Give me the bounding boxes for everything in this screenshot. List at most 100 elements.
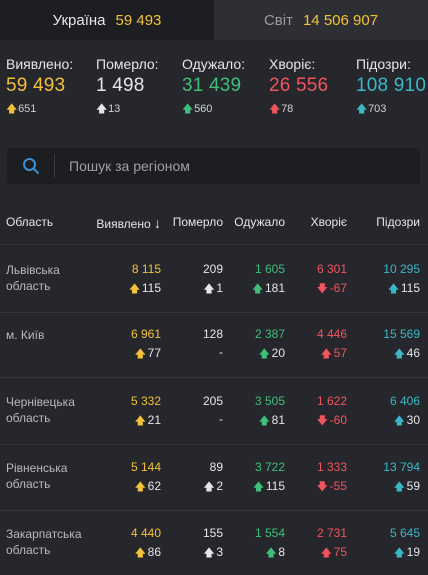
stat-suspected-value: 108 910 bbox=[356, 75, 427, 96]
sick-delta: 🡅 75 bbox=[321, 544, 347, 563]
stat-sick-delta: 78 bbox=[281, 103, 294, 115]
suspected-delta: 🡅 115 bbox=[388, 280, 420, 299]
stat-recovered-label: Одужало: bbox=[182, 56, 246, 72]
suspected-delta-value: 30 bbox=[406, 413, 420, 427]
confirmed-value: 8 115 bbox=[131, 262, 161, 276]
arrow-up-icon: 🡅 bbox=[134, 547, 146, 559]
confirmed-delta-value: 21 bbox=[147, 413, 161, 427]
recovered-value: 3 722 bbox=[254, 460, 285, 474]
tab-ukraine[interactable]: Україна 59 493 bbox=[0, 0, 214, 40]
sick-delta: 🡇 -67 bbox=[317, 280, 347, 299]
table-row[interactable]: Львівська область 8 115 🡅 115 209 🡅 1 1 605 🡅 181… bbox=[0, 262, 428, 322]
stat-confirmed-delta: 651 bbox=[18, 103, 37, 115]
confirmed-delta: 🡅 115 bbox=[129, 280, 161, 299]
stat-recovered: Одужало: 31 439 🡅 560 bbox=[182, 56, 245, 119]
header-region[interactable]: Область bbox=[6, 215, 53, 229]
confirmed-delta: 🡅 21 bbox=[135, 412, 161, 431]
recovered-delta-value: 81 bbox=[271, 413, 285, 427]
suspected-delta: 🡅 19 bbox=[394, 544, 420, 563]
divider bbox=[0, 244, 428, 245]
arrow-up-icon: 🡅 bbox=[265, 547, 277, 559]
arrow-up-icon: 🡅 bbox=[134, 415, 146, 427]
confirmed-delta: 🡅 86 bbox=[135, 544, 161, 563]
region-name: Рівненська область bbox=[6, 461, 68, 491]
deaths-delta: 🡅 2 bbox=[203, 478, 223, 497]
stat-deaths-label: Померло: bbox=[96, 56, 159, 72]
deaths-delta-value: - bbox=[219, 412, 223, 426]
stat-deaths: Померло: 1 498 🡅 13 bbox=[96, 56, 159, 119]
recovered-delta: 🡅 8 bbox=[265, 544, 285, 563]
sick-value: 1 622 bbox=[316, 394, 347, 408]
stat-suspected: Підозри: 108 910 🡅 703 bbox=[356, 56, 426, 119]
confirmed-delta: 🡅 62 bbox=[135, 478, 161, 497]
divider bbox=[0, 444, 428, 445]
suspected-delta-value: 19 bbox=[406, 545, 420, 559]
recovered-delta-value: 20 bbox=[271, 346, 285, 360]
arrow-up-icon: 🡅 bbox=[203, 547, 215, 559]
divider bbox=[0, 377, 428, 378]
sick-delta-value: 75 bbox=[333, 545, 347, 559]
search-input[interactable]: Пошук за регіоном bbox=[55, 158, 190, 174]
sick-delta-value: 57 bbox=[333, 346, 347, 360]
tab-world-label: Світ bbox=[263, 11, 293, 29]
header-sick[interactable]: Хворіє bbox=[311, 215, 347, 229]
sick-delta: 🡇 -60 bbox=[317, 412, 347, 431]
table-header: Область Виявлено ↓ Померло Одужало Хворі… bbox=[0, 212, 428, 232]
arrow-up-icon: 🡅 bbox=[128, 283, 141, 295]
stat-recovered-delta: 560 bbox=[194, 103, 213, 115]
arrow-up-icon: 🡅 bbox=[269, 103, 281, 115]
recovered-delta: 🡅 81 bbox=[259, 412, 285, 431]
region-name: Львівська область bbox=[6, 263, 60, 293]
recovered-value: 3 505 bbox=[254, 394, 285, 408]
sick-delta: 🡅 57 bbox=[321, 345, 347, 364]
recovered-value: 2 387 bbox=[254, 327, 285, 341]
sick-delta-value: -60 bbox=[329, 413, 347, 427]
suspected-delta: 🡅 30 bbox=[394, 412, 420, 431]
header-confirmed[interactable]: Виявлено ↓ bbox=[96, 215, 161, 231]
confirmed-delta: 🡅 77 bbox=[135, 345, 161, 364]
arrow-up-icon: 🡅 bbox=[252, 481, 265, 493]
header-deaths[interactable]: Померло bbox=[173, 215, 223, 229]
search-icon[interactable] bbox=[7, 154, 55, 178]
tab-world[interactable]: Світ 14 506 907 bbox=[214, 0, 428, 40]
arrow-up-icon: 🡅 bbox=[393, 348, 405, 360]
deaths-value: 155 bbox=[202, 526, 223, 540]
arrow-up-icon: 🡅 bbox=[134, 481, 146, 493]
arrow-up-icon: 🡅 bbox=[320, 348, 332, 360]
suspected-value: 13 794 bbox=[383, 460, 420, 474]
stat-confirmed: Виявлено: 59 493 🡅 651 bbox=[6, 56, 73, 119]
sick-value: 2 731 bbox=[316, 526, 347, 540]
stat-suspected-label: Підозри: bbox=[356, 56, 411, 72]
table-row[interactable]: Закарпатська область 4 440 🡅 86 155 🡅 3 1 554 🡅 8… bbox=[0, 526, 428, 575]
tab-world-count: 14 506 907 bbox=[302, 11, 379, 29]
confirmed-delta-value: 86 bbox=[147, 545, 161, 559]
table-row[interactable]: Рівненська область 5 144 🡅 62 89 🡅 2 3 722 🡅 115 1… bbox=[0, 460, 428, 520]
stat-confirmed-value: 59 493 bbox=[6, 75, 66, 96]
region-search[interactable]: Пошук за регіоном bbox=[7, 148, 420, 184]
suspected-delta-value: 115 bbox=[400, 281, 420, 295]
arrow-down-icon: 🡇 bbox=[316, 481, 328, 493]
region-name: Чернівецька область bbox=[6, 395, 75, 425]
arrow-up-icon: 🡅 bbox=[393, 415, 405, 427]
confirmed-delta-value: 115 bbox=[141, 281, 161, 295]
deaths-delta: 🡅 1 bbox=[203, 280, 223, 299]
recovered-delta: 🡅 181 bbox=[252, 280, 285, 299]
header-suspected[interactable]: Підозри bbox=[376, 215, 420, 229]
recovered-delta-value: 115 bbox=[265, 479, 285, 493]
suspected-value: 15 569 bbox=[383, 327, 420, 341]
stat-sick-value: 26 556 bbox=[269, 75, 329, 96]
stat-suspected-delta: 703 bbox=[368, 103, 387, 115]
arrow-up-icon: 🡅 bbox=[6, 103, 18, 115]
confirmed-value: 4 440 bbox=[130, 526, 161, 540]
header-recovered[interactable]: Одужало bbox=[234, 215, 285, 229]
deaths-value: 205 bbox=[202, 394, 223, 408]
sick-value: 1 333 bbox=[316, 460, 347, 474]
table-row[interactable]: Чернівецька область 5 332 🡅 21 205-3 505 🡅 81 1… bbox=[0, 394, 428, 454]
recovered-delta-value: 8 bbox=[278, 545, 285, 559]
sick-value: 4 446 bbox=[316, 327, 347, 341]
tab-ukraine-count: 59 493 bbox=[115, 11, 162, 29]
deaths-delta-value: 1 bbox=[216, 281, 223, 295]
arrow-up-icon: 🡅 bbox=[134, 348, 146, 360]
confirmed-value: 6 961 bbox=[130, 327, 161, 341]
table-row[interactable]: м. Київ 6 961 🡅 77 128-2 387 🡅 20 4 446 🡅 57 15 56… bbox=[0, 327, 428, 387]
